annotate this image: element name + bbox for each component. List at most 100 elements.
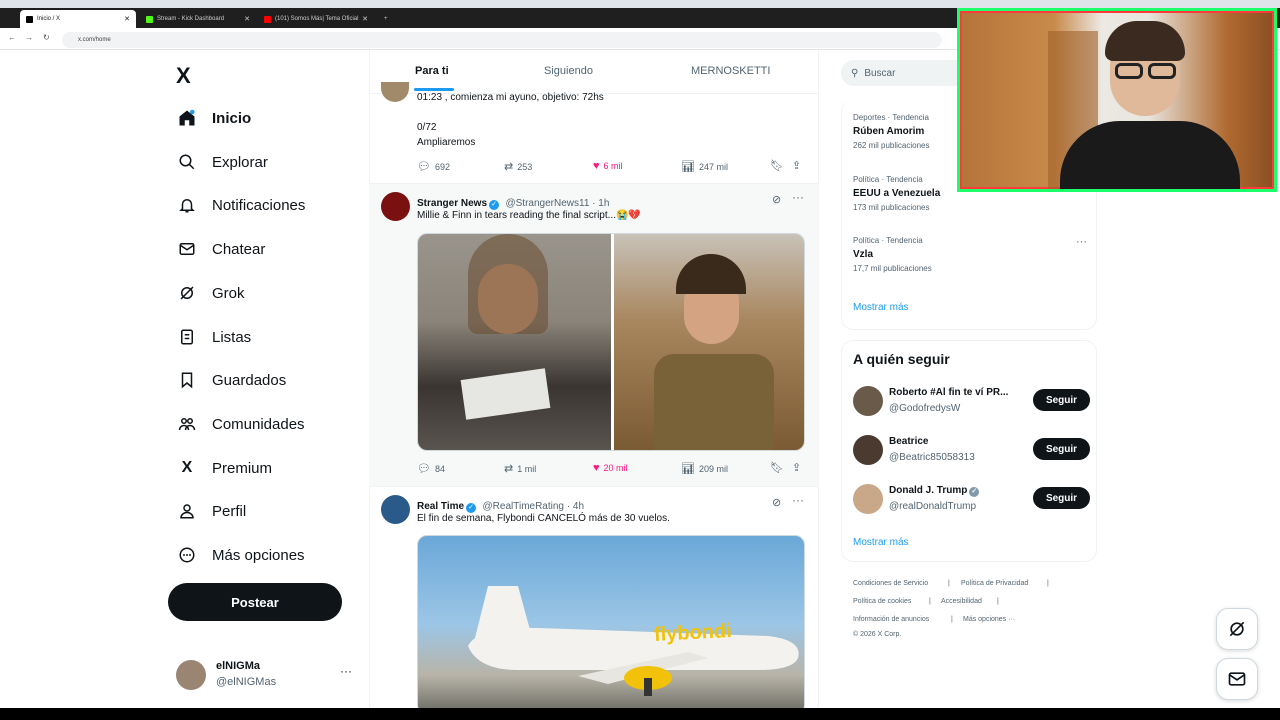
author-name[interactable]: Real Time — [417, 501, 464, 512]
tab-title: Stream - Kick Dashboard — [157, 16, 225, 22]
follow-button[interactable]: Seguir — [1033, 389, 1090, 411]
messages-fab-button[interactable] — [1216, 658, 1258, 700]
sidebar-item-comunidades[interactable]: Comunidades — [176, 409, 305, 439]
back-icon[interactable]: ← — [8, 33, 16, 42]
footer-accessibility-link[interactable]: Accesibilidad — [941, 598, 982, 605]
tweet-text: El fin de semana, Flybondi CANCELÓ más d… — [417, 513, 670, 524]
views-button[interactable]: 📊︎ 247 mil — [681, 160, 728, 173]
bookmark-button[interactable]: 🔖︎ — [770, 159, 788, 172]
tweet-photo-right[interactable] — [614, 234, 804, 450]
share-button[interactable]: ⇪ — [792, 159, 805, 172]
youtube-favicon-icon — [264, 15, 271, 23]
grok-icon[interactable]: ⊘ — [772, 496, 781, 509]
sidebar-item-notificaciones[interactable]: Notificaciones — [176, 190, 305, 220]
sidebar-item-chatear[interactable]: Chatear — [176, 234, 265, 264]
bookmark-button[interactable]: 🔖︎ — [770, 461, 788, 474]
follow-button[interactable]: Seguir — [1033, 438, 1090, 460]
more-icon[interactable]: ··· — [1076, 236, 1087, 248]
tweet-photo-left[interactable] — [418, 234, 611, 450]
more-icon[interactable]: ··· — [792, 190, 804, 204]
repost-count: 253 — [517, 161, 533, 172]
tab-para-ti[interactable]: Para ti — [415, 65, 449, 77]
show-more-link[interactable]: Mostrar más — [853, 537, 909, 548]
browser-tab-x[interactable]: Inicio / X ✕ — [20, 10, 136, 28]
verified-badge-icon: ✓ — [466, 503, 477, 513]
sidebar-item-perfil[interactable]: Perfil — [176, 496, 246, 526]
sidebar-item-explorar[interactable]: Explorar — [176, 147, 268, 177]
author-name[interactable]: Stranger News — [417, 198, 487, 209]
author-handle[interactable]: @RealTimeRating · 4h — [483, 501, 584, 512]
avatar[interactable] — [853, 484, 883, 514]
author-handle[interactable]: @StrangerNews11 · 1h — [505, 198, 609, 209]
repost-button[interactable]: ⇄ 253 — [504, 160, 532, 173]
tab-active-indicator — [414, 88, 454, 91]
like-button[interactable]: ♥ 6 mil — [593, 160, 623, 172]
share-button[interactable]: ⇪ — [792, 461, 805, 474]
photo-paper — [460, 368, 551, 420]
footer-privacy-link[interactable]: Política de Privacidad — [961, 580, 1028, 587]
sidebar-item-premium[interactable]: X Premium — [176, 453, 272, 483]
like-count: 6 mil — [603, 161, 623, 171]
account-switcher[interactable]: elNIGMa @elNIGMas ··· — [176, 658, 356, 692]
sidebar-item-listas[interactable]: Listas — [176, 322, 251, 352]
more-icon[interactable]: ··· — [340, 664, 352, 678]
photo-hair — [676, 254, 746, 294]
footer-cookies-link[interactable]: Política de cookies — [853, 598, 911, 605]
like-button[interactable]: ♥ 20 mil — [593, 462, 628, 474]
new-tab-button[interactable]: + — [378, 10, 392, 28]
browser-tab-youtube[interactable]: (101) Somos Más| Tema Oficial ✕ — [258, 10, 374, 28]
grok-icon — [176, 282, 198, 304]
browser-tab-kick[interactable]: Stream - Kick Dashboard ✕ — [140, 10, 256, 28]
trend-item[interactable]: Deportes · Tendencia Rúben Amorim 262 mi… — [853, 113, 930, 150]
heart-icon: ♥ — [593, 160, 600, 172]
sidebar-item-inicio[interactable]: Inicio — [176, 103, 251, 133]
bookmark-icon — [176, 369, 198, 391]
tab-siguiendo[interactable]: Siguiendo — [544, 65, 593, 77]
sidebar-item-mas-opciones[interactable]: Más opciones — [176, 540, 305, 570]
follow-name[interactable]: Beatrice — [889, 436, 928, 447]
more-circle-icon — [176, 544, 198, 566]
reply-button[interactable]: 💬︎ 692 — [417, 160, 450, 173]
footer-terms-link[interactable]: Condiciones de Servicio — [853, 580, 928, 587]
forward-icon[interactable]: → — [25, 33, 33, 42]
grok-icon[interactable]: ⊘ — [772, 193, 781, 206]
follow-handle: @GodofredysW — [889, 403, 961, 414]
avatar[interactable] — [853, 435, 883, 465]
tab-title: Inicio / X — [37, 16, 61, 22]
footer-ads-link[interactable]: Información de anuncios — [853, 616, 929, 623]
follow-name[interactable]: Roberto #Al fin te ví PR... — [889, 387, 1008, 398]
follow-name-row[interactable]: Donald J. Trump ✓ — [889, 485, 981, 497]
tab-mernosketti[interactable]: MERNOSKETTI — [691, 65, 770, 77]
tweet-media[interactable]: flybondi — [417, 535, 805, 715]
close-tab-icon[interactable]: ✕ — [244, 15, 250, 23]
sidebar-item-grok[interactable]: Grok — [176, 278, 245, 308]
sidebar-item-label: Inicio — [212, 109, 252, 127]
views-button[interactable]: 📊︎ 209 mil — [681, 462, 728, 475]
view-count: 247 mil — [698, 161, 728, 172]
avatar[interactable] — [381, 495, 410, 524]
x-logo-icon[interactable]: X — [176, 63, 191, 89]
post-button[interactable]: Postear — [168, 583, 342, 621]
sidebar-item-guardados[interactable]: Guardados — [176, 365, 286, 395]
reload-icon[interactable]: ↻ — [43, 33, 50, 42]
avatar[interactable] — [381, 192, 410, 221]
footer-more-link[interactable]: Más opciones ··· — [963, 616, 1015, 623]
close-tab-icon[interactable]: ✕ — [124, 15, 130, 23]
tweet-header: Stranger News ✓ @StrangerNews11 · 1h — [417, 193, 609, 211]
repost-count: 1 mil — [517, 463, 537, 474]
reply-button[interactable]: 💬︎ 84 — [417, 462, 445, 475]
avatar[interactable] — [853, 386, 883, 416]
trend-item[interactable]: Política · Tendencia Vzla 17,7 mil publi… — [853, 236, 932, 273]
url-field[interactable]: x.com/home — [62, 32, 942, 48]
repost-icon: ⇄ — [504, 161, 514, 173]
grok-fab-button[interactable] — [1216, 608, 1258, 650]
show-more-link[interactable]: Mostrar más — [853, 302, 909, 313]
repost-button[interactable]: ⇄ 1 mil — [504, 462, 536, 475]
trend-item[interactable]: Política · Tendencia EEUU a Venezuela 17… — [853, 175, 940, 212]
close-tab-icon[interactable]: ✕ — [362, 15, 368, 23]
more-icon[interactable]: ··· — [792, 493, 804, 507]
tweet-media[interactable] — [417, 233, 805, 451]
search-input[interactable]: ⚲ Buscar — [841, 60, 971, 86]
mail-icon — [176, 238, 198, 260]
follow-button[interactable]: Seguir — [1033, 487, 1090, 509]
